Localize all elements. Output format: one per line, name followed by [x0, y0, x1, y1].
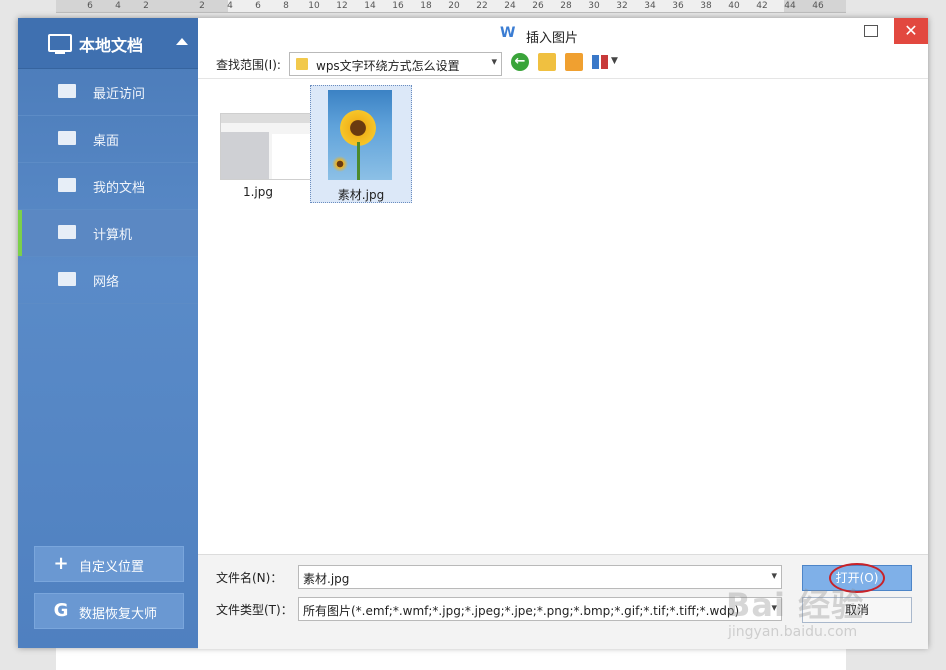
- file-item-selected[interactable]: 素材.jpg: [310, 85, 412, 203]
- file-name: 素材.jpg: [337, 188, 385, 202]
- ruler-tick-label: 28: [560, 1, 572, 11]
- file-thumbnail: [220, 113, 312, 180]
- dialog-title: 插入图片: [526, 31, 579, 46]
- ruler-tick-label: 26: [532, 1, 544, 11]
- sidebar-item-label: 计算机: [93, 228, 133, 243]
- close-button[interactable]: ✕: [894, 18, 928, 44]
- ruler: 6 4 2 2 4 6 8 10 12 14 16 18 20 22 24 26 28 30 32 34 36 38 40 4…: [56, 0, 846, 13]
- ruler-tick-label: 44: [784, 1, 796, 11]
- view-menu-chevron-icon[interactable]: ▼: [611, 56, 618, 66]
- desktop-icon: [58, 131, 76, 145]
- insert-picture-dialog: 本地文档 最近访问 桌面 我的文档 计算机 网络 + 自定义位置 G 数据恢复大…: [18, 18, 928, 649]
- maximize-button[interactable]: [864, 25, 878, 37]
- sidebar-item-computer[interactable]: 计算机: [18, 210, 198, 257]
- sidebar-item-network[interactable]: 网络: [18, 257, 198, 304]
- filename-value: 素材.jpg: [303, 572, 350, 586]
- baidu-watermark-url: jingyan.baidu.com: [728, 624, 858, 640]
- ruler-tick-label: 46: [812, 1, 824, 11]
- sidebar-item-label: 最近访问: [93, 87, 146, 102]
- ruler-tick-label: 14: [364, 1, 376, 11]
- filetype-label: 文件类型(T)：: [216, 603, 293, 617]
- back-arrow-icon[interactable]: ←: [511, 53, 529, 71]
- data-recovery-button[interactable]: G 数据恢复大师: [34, 593, 184, 629]
- chevron-down-icon: ▾: [491, 55, 497, 68]
- filename-label: 文件名(N)：: [216, 571, 283, 585]
- lookin-dropdown[interactable]: wps文字环绕方式怎么设置 ▾: [289, 52, 502, 76]
- file-name: 1.jpg: [242, 185, 274, 199]
- ruler-tick-label: 10: [308, 1, 320, 11]
- collapse-caret-icon[interactable]: [176, 38, 188, 45]
- file-thumbnail: [328, 90, 392, 180]
- ruler-tick-label: 32: [616, 1, 628, 11]
- recovery-icon: G: [53, 600, 69, 621]
- ruler-tick-label: 6: [87, 1, 93, 11]
- sidebar-item-label: 我的文档: [93, 181, 146, 196]
- lookin-toolbar: 查找范围(I): wps文字环绕方式怎么设置 ▾ ← ▼: [198, 50, 928, 78]
- dialog-titlebar: W 插入图片 ✕: [198, 18, 928, 48]
- ruler-tick-label: 38: [700, 1, 712, 11]
- sidebar-item-recent[interactable]: 最近访问: [18, 69, 198, 116]
- data-recovery-label: 数据恢复大师: [79, 607, 158, 622]
- ruler-tick-label: 8: [283, 1, 289, 11]
- sidebar-item-label: 网络: [93, 275, 120, 290]
- ruler-tick-label: 34: [644, 1, 656, 11]
- plus-icon: +: [53, 553, 69, 574]
- lookin-value: wps文字环绕方式怎么设置: [316, 59, 460, 73]
- ruler-tick-label: 6: [255, 1, 261, 11]
- sidebar-item-desktop[interactable]: 桌面: [18, 116, 198, 163]
- ruler-tick-label: 12: [336, 1, 348, 11]
- sidebar-header[interactable]: 本地文档: [18, 18, 198, 69]
- ruler-tick-label: 24: [504, 1, 516, 11]
- ruler-tick-label: 2: [199, 1, 205, 11]
- ruler-tick-label: 30: [588, 1, 600, 11]
- sidebar-title: 本地文档: [79, 36, 144, 55]
- ruler-tick-label: 22: [476, 1, 488, 11]
- lookin-label: 查找范围(I):: [216, 58, 281, 72]
- monitor-icon: [48, 34, 72, 54]
- custom-location-button[interactable]: + 自定义位置: [34, 546, 184, 582]
- filetype-dropdown[interactable]: 所有图片(*.emf;*.wmf;*.jpg;*.jpeg;*.jpe;*.pn…: [298, 597, 782, 621]
- ruler-tick-label: 16: [392, 1, 404, 11]
- up-folder-icon[interactable]: [538, 53, 556, 71]
- folder-icon: [296, 58, 308, 70]
- ruler-tick-label: 42: [756, 1, 768, 11]
- ruler-tick-label: 18: [420, 1, 432, 11]
- file-list: 1.jpg 素材.jpg: [198, 78, 928, 555]
- filetype-value: 所有图片(*.emf;*.wmf;*.jpg;*.jpeg;*.jpe;*.pn…: [303, 604, 740, 618]
- sidebar: 本地文档 最近访问 桌面 我的文档 计算机 网络 + 自定义位置 G 数据恢复大…: [18, 18, 198, 648]
- ruler-tick-label: 36: [672, 1, 684, 11]
- folder-icon: [58, 178, 76, 192]
- wps-logo-icon: W: [500, 25, 516, 41]
- baidu-watermark: Bai 经验: [726, 586, 865, 624]
- computer-icon: [58, 225, 76, 239]
- ruler-tick-label: 4: [227, 1, 233, 11]
- file-item[interactable]: 1.jpg: [208, 85, 312, 201]
- dialog-main: W 插入图片 ✕ 查找范围(I): wps文字环绕方式怎么设置 ▾ ← ▼ 1.…: [198, 18, 928, 649]
- filename-input[interactable]: 素材.jpg ▾: [298, 565, 782, 589]
- ruler-tick-label: 2: [143, 1, 149, 11]
- ruler-tick-label: 20: [448, 1, 460, 11]
- ruler-tick-label: 40: [728, 1, 740, 11]
- network-icon: [58, 272, 76, 286]
- custom-location-label: 自定义位置: [79, 560, 145, 575]
- ruler-tick-label: 4: [115, 1, 121, 11]
- sidebar-item-label: 桌面: [93, 134, 120, 149]
- sidebar-item-my-documents[interactable]: 我的文档: [18, 163, 198, 210]
- view-menu-icon[interactable]: [592, 55, 608, 69]
- new-folder-icon[interactable]: [565, 53, 583, 71]
- recent-folder-icon: [58, 84, 76, 98]
